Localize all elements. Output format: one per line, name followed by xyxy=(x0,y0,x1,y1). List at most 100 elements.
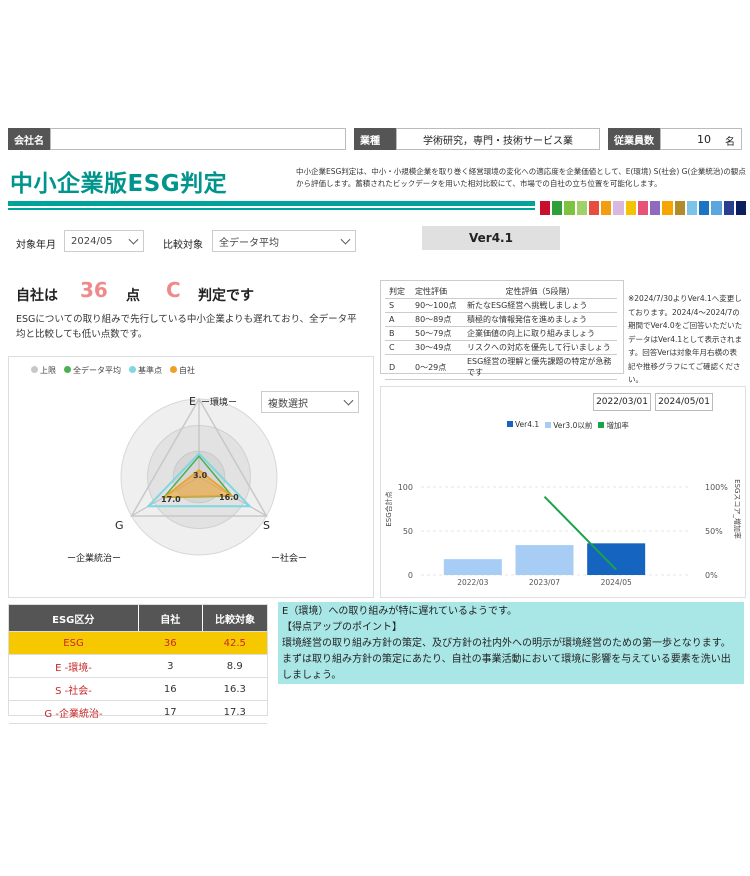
y-tick-label: 50 xyxy=(403,527,413,536)
chevron-down-icon xyxy=(128,234,139,245)
industry-field: 学術研究，専門・技術サービス業 xyxy=(396,128,600,150)
bar xyxy=(443,559,502,575)
compare-cell: 16.3 xyxy=(202,677,267,701)
page-title: 中小企業版ESG判定 xyxy=(10,171,228,197)
advice-panel: E（環境）への取り組みが特に遅れているようです。 【得点アップのポイント】 環境… xyxy=(278,602,744,684)
compare-select[interactable]: 全データ平均 xyxy=(212,230,356,252)
company-field[interactable] xyxy=(50,128,346,150)
table-row: G -企業統治- 17 17.3 xyxy=(9,700,267,724)
header-cell: 自社 xyxy=(138,605,203,632)
score-points: 36 xyxy=(80,278,108,302)
color-strip-swatch xyxy=(588,201,600,215)
score-points-unit: 点 xyxy=(126,288,140,304)
y2-tick-label: 100% xyxy=(705,483,728,492)
color-strip-swatch xyxy=(637,201,649,215)
own-cell: 36 xyxy=(138,631,203,655)
industry-label: 業種 xyxy=(354,128,396,150)
employees-unit: 名 xyxy=(725,137,735,148)
score-line: 自社は 36 点 C 判定です xyxy=(16,278,356,308)
compare-cell: 8.9 xyxy=(202,654,267,678)
page-description: 中小企業ESG判定は、中小・小規模企業を取り巻く経営環境の変化への適応度を企業価… xyxy=(296,167,746,188)
month-label: 対象年月 xyxy=(16,240,56,251)
y-tick-label: 0 xyxy=(408,571,413,580)
trend-chart: 0 50 100 0% 50% 100% ESG合計点 ESGスコア_増加率 2022/03 20… xyxy=(384,479,742,587)
header-cell: ESG区分 xyxy=(9,605,139,632)
header-cell: 比較対象 xyxy=(202,605,267,632)
desc-cell: ESG経営の理解と優先課題の特定が急務です xyxy=(463,354,617,380)
color-strip-swatch xyxy=(601,201,612,215)
employees-field: 10 名 xyxy=(660,128,742,150)
table-row: C 30～49点 リスクへの対応を優先して行いましょう xyxy=(385,340,617,355)
color-strip-swatch xyxy=(662,201,673,215)
desc-cell: 企業価値の向上に取り組みましょう xyxy=(463,326,617,341)
value-e-label: 3.0 xyxy=(193,471,208,480)
grade-cell: C xyxy=(385,340,411,355)
category-cell: E -環境- xyxy=(9,654,138,678)
axis-s-desc: ー社会ー xyxy=(271,554,308,564)
employees-value: 10 xyxy=(697,133,711,146)
grade-cell: D xyxy=(385,354,411,380)
version-note: ※2024/7/30よりVer4.1へ変更しております。2024/4～2024/… xyxy=(628,294,743,384)
compare-value: 全データ平均 xyxy=(219,237,279,249)
y2-axis-label: ESGスコア_増加率 xyxy=(733,479,742,539)
table-row: ESG 36 42.5 xyxy=(9,631,267,655)
y2-tick-label: 50% xyxy=(705,527,723,536)
radar-panel: 上限 全データ平均 基準点 自社 複数選択 E ー環境ー S ー社会ー G ー企… xyxy=(8,356,374,598)
table-row: D 0～29点 ESG経営の理解と優先課題の特定が急務です xyxy=(385,354,617,380)
color-strip-swatch xyxy=(625,201,636,215)
title-underline xyxy=(8,201,535,206)
table-row: E -環境- 3 8.9 xyxy=(9,654,267,678)
own-cell: 17 xyxy=(138,700,203,724)
color-strip-swatch xyxy=(552,201,563,215)
value-s-label: 16.0 xyxy=(219,493,239,502)
color-strip-swatch xyxy=(540,201,551,215)
bar xyxy=(515,545,574,575)
chevron-down-icon xyxy=(340,234,351,245)
points-cell: 50～79点 xyxy=(411,326,463,341)
grade-table-header-cell: 定性評価 xyxy=(411,285,463,299)
color-strip-swatch xyxy=(650,201,661,215)
score-suffix: 判定です xyxy=(198,288,254,304)
color-strip-swatch xyxy=(576,201,587,215)
table-row: S 90～100点 新たなESG経営へ挑戦しましょう xyxy=(385,298,617,313)
axis-s-label: S xyxy=(263,519,270,532)
axis-g-desc: ー企業統治ー xyxy=(67,554,122,564)
compare-label: 比較対象 xyxy=(163,240,203,251)
radar-chart xyxy=(120,397,278,556)
employees-label: 従業員数 xyxy=(608,128,660,150)
axis-e-desc: ー環境ー xyxy=(201,398,238,408)
category-cell: G -企業統治- xyxy=(9,700,138,724)
grade-cell: A xyxy=(385,312,411,327)
table-row: S -社会- 16 16.3 xyxy=(9,677,267,701)
x-tick-label: 2024/05 xyxy=(601,578,632,587)
y2-tick-label: 0% xyxy=(705,571,718,580)
points-cell: 90～100点 xyxy=(411,298,463,313)
y-axis-label: ESG合計点 xyxy=(384,491,393,526)
grade-cell: S xyxy=(385,298,411,313)
color-strip-swatch xyxy=(735,201,746,215)
advice-points-title: 【得点アップのポイント】 xyxy=(282,622,402,633)
table-row: B 50～79点 企業価値の向上に取り組みましょう xyxy=(385,326,617,341)
score-table-panel: ESG区分 自社 比較対象 ESG 36 42.5 E -環境- 3 8.9 S… xyxy=(8,604,268,724)
desc-cell: リスクへの対応を優先して行いましょう xyxy=(463,340,617,355)
version-badge: Ver4.1 xyxy=(422,226,560,250)
grade-table-panel: 判定 定性評価 定性評価（5段階） S 90～100点 新たなESG経営へ挑戦しまし… xyxy=(380,280,624,380)
value-g-label: 17.0 xyxy=(161,495,181,504)
points-cell: 0～29点 xyxy=(411,354,463,380)
category-cell: S -社会- xyxy=(9,677,138,701)
color-strip-swatch xyxy=(613,201,624,215)
company-label: 会社名 xyxy=(8,128,50,150)
color-strip-swatch xyxy=(686,201,698,215)
y-tick-label: 100 xyxy=(398,483,413,492)
own-cell: 3 xyxy=(138,654,203,678)
table-row: A 80～89点 積極的な情報発信を進めましょう xyxy=(385,312,617,327)
color-strip-swatch xyxy=(564,201,575,215)
score-table-header: ESG区分 自社 比較対象 xyxy=(9,605,267,632)
x-tick-label: 2022/03 xyxy=(457,578,488,587)
points-cell: 30～49点 xyxy=(411,340,463,355)
compare-cell: 42.5 xyxy=(202,631,267,655)
desc-cell: 新たなESG経営へ挑戦しましょう xyxy=(463,298,617,313)
score-grade: C xyxy=(166,278,181,302)
color-strip-swatch xyxy=(674,201,685,215)
month-select[interactable]: 2024/05 xyxy=(64,230,144,252)
